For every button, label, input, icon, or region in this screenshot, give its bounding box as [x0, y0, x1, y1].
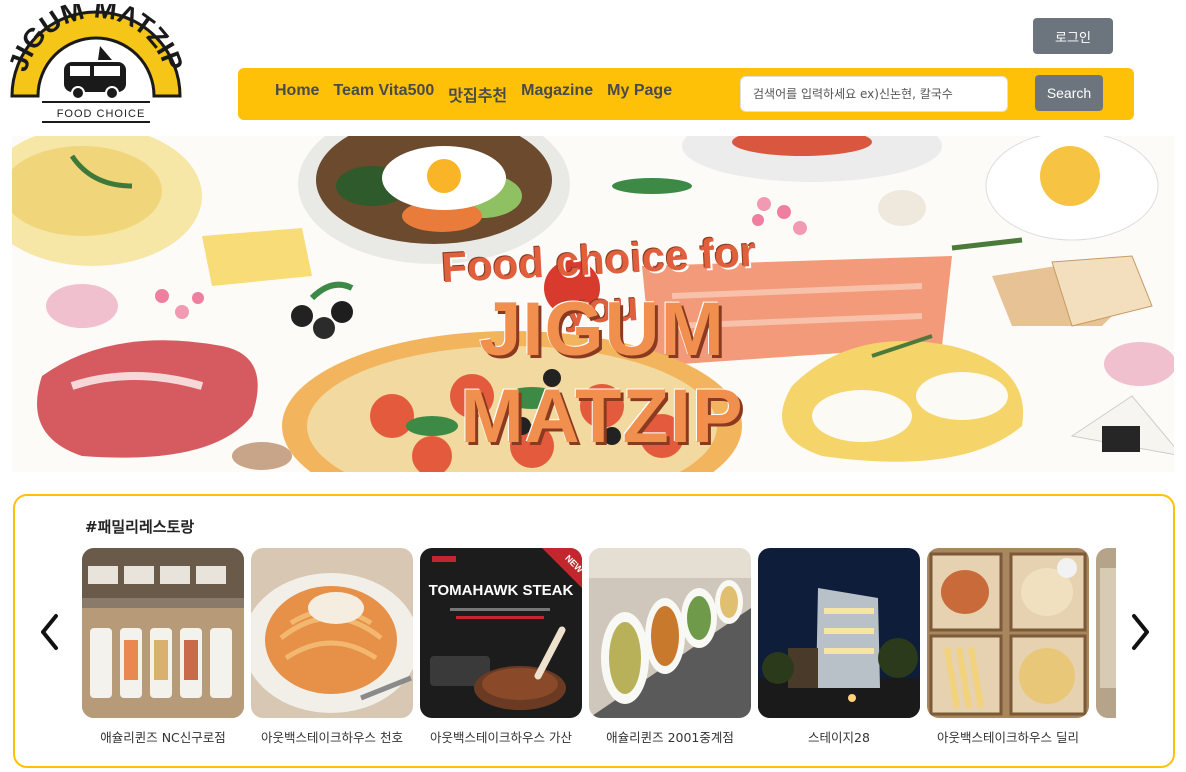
restaurant-card[interactable]: 아웃백스테이크하우스 딜리 — [927, 548, 1089, 758]
login-button[interactable]: 로그인 — [1033, 18, 1113, 54]
restaurant-name: 아웃백스테이크하우스 가산 — [430, 730, 572, 745]
restaurant-name: 애슐리퀸즈 NC신구로점 — [100, 730, 226, 745]
restaurant-name: 아웃백스테이크하우스 천호 — [261, 730, 403, 745]
nav-link-team[interactable]: Team Vita500 — [333, 82, 434, 106]
restaurant-photo — [758, 548, 920, 718]
nav-link-mypage[interactable]: My Page — [607, 82, 672, 106]
restaurant-card[interactable]: 애슐리퀸즈 NC신구로점 — [82, 548, 244, 758]
carousel-next-button[interactable] — [1129, 612, 1153, 652]
restaurant-photo — [589, 548, 751, 718]
restaurant-card[interactable]: 애슐리퀸즈 2001중계점 — [589, 548, 751, 758]
poster-title: TOMAHAWK STEAK — [429, 582, 574, 599]
restaurant-carousel: 애슐리퀸즈 NC신구로점 아웃백스테이크하우스 천호 NEW TOMAHAWK … — [82, 548, 1116, 758]
food-truck-icon — [64, 46, 126, 100]
carousel-prev-button[interactable] — [37, 612, 61, 652]
restaurant-card-partial[interactable] — [1096, 548, 1116, 758]
restaurant-name: 스테이지28 — [808, 730, 870, 745]
hero-banner: Food choice for you JIGUM MATZIP — [12, 136, 1174, 472]
restaurant-name: 애슐리퀸즈 2001중계점 — [606, 730, 734, 745]
search-button[interactable]: Search — [1035, 75, 1103, 111]
nav-link-home[interactable]: Home — [275, 82, 319, 106]
restaurant-photo: NEW TOMAHAWK STEAK — [420, 548, 582, 718]
nav-link-recommend[interactable]: 맛집추천 — [448, 82, 507, 106]
restaurant-photo — [82, 548, 244, 718]
restaurant-name: 아웃백스테이크하우스 딜리 — [937, 730, 1079, 745]
restaurant-card[interactable]: NEW TOMAHAWK STEAK 아웃백스테이크하우스 가산 — [420, 548, 582, 758]
chevron-left-icon — [41, 614, 58, 650]
nav-link-magazine[interactable]: Magazine — [521, 82, 593, 106]
chevron-right-icon — [1132, 614, 1149, 650]
main-navbar: Home Team Vita500 맛집추천 Magazine My Page … — [238, 68, 1134, 120]
restaurant-photo — [1096, 548, 1116, 718]
restaurant-card[interactable]: 스테이지28 — [758, 548, 920, 758]
family-restaurant-section: #패밀리레스토랑 애슐리퀸즈 NC신구로점 아웃백스테이크하우스 천호 NEW … — [13, 494, 1175, 768]
site-logo[interactable]: JIGUM MATZIP FOOD CHOICE — [6, 4, 186, 128]
restaurant-photo — [251, 548, 413, 718]
logo-subtitle: FOOD CHOICE — [56, 108, 146, 120]
restaurant-photo — [927, 548, 1089, 718]
section-title: #패밀리레스토랑 — [85, 518, 195, 536]
restaurant-card[interactable]: 아웃백스테이크하우스 천호 — [251, 548, 413, 758]
search-input[interactable] — [740, 76, 1008, 112]
banner-title: JIGUM MATZIP — [460, 287, 744, 459]
nav-links: Home Team Vita500 맛집추천 Magazine My Page — [275, 82, 672, 106]
